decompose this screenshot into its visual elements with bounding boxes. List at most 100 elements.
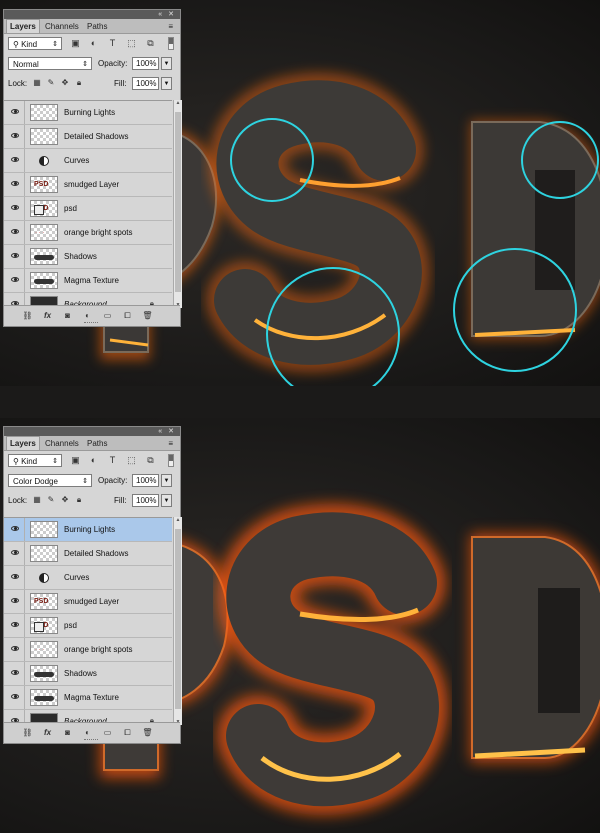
tab-layers[interactable]: Layers [6,19,40,33]
scroll-up-icon[interactable]: ▲ [174,100,182,106]
shape-filter-icon[interactable]: ⬚ [126,38,137,49]
lock-position-icon[interactable]: ✥ [60,78,70,88]
blend-mode-select[interactable]: Color Dodge ⇕ [8,474,92,487]
layer-row[interactable]: Burning Lights [4,518,172,542]
fill-dropdown[interactable]: ▼ [161,77,172,90]
link-layers-icon[interactable]: ⛓ [22,310,33,321]
visibility-eye-icon[interactable] [6,269,25,292]
visibility-eye-icon[interactable] [6,197,25,220]
panel-title-bar[interactable]: « ✕ [4,427,180,436]
layer-row[interactable]: PSD smudged Layer [4,590,172,614]
layer-row[interactable]: Shadows [4,662,172,686]
visibility-eye-icon[interactable] [6,566,25,589]
link-layers-icon[interactable]: ⛓ [22,727,33,738]
layer-row[interactable]: Curves [4,566,172,590]
type-filter-icon[interactable]: T [107,455,118,466]
resize-grip[interactable] [84,739,98,742]
layer-row[interactable]: Curves [4,149,172,173]
shape-filter-icon[interactable]: ⬚ [126,455,137,466]
tab-paths[interactable]: Paths [84,20,110,33]
visibility-eye-icon[interactable] [6,221,25,244]
filter-toggle[interactable] [168,454,174,467]
panel-menu-icon[interactable]: ≡ [165,437,176,450]
lock-all-icon[interactable]: 🔒︎ [74,495,84,505]
visibility-eye-icon[interactable] [6,245,25,268]
lock-transparent-icon[interactable]: ▦ [32,78,42,88]
new-layer-icon[interactable]: ⧠ [122,310,133,321]
layer-row[interactable]: PSD psd [4,614,172,638]
new-group-icon[interactable]: ▭ [102,310,113,321]
layer-list-scrollbar[interactable]: ▲ ▼ [173,517,182,725]
visibility-eye-icon[interactable] [6,638,25,661]
smart-object-filter-icon[interactable]: ⧉ [145,455,156,466]
lock-all-icon[interactable]: 🔒︎ [74,78,84,88]
scrollbar-thumb[interactable] [175,529,181,709]
new-layer-icon[interactable]: ⧠ [122,727,133,738]
visibility-eye-icon[interactable] [6,662,25,685]
panel-title-bar[interactable]: « ✕ [4,10,180,19]
visibility-eye-icon[interactable] [6,686,25,709]
opacity-dropdown[interactable]: ▼ [161,57,172,70]
new-adjustment-icon[interactable]: ◐ [82,727,93,738]
layer-row[interactable]: PSD psd [4,197,172,221]
layer-row[interactable]: Magma Texture [4,269,172,293]
filter-toggle[interactable] [168,37,174,50]
layer-row[interactable]: Shadows [4,245,172,269]
opacity-input[interactable]: 100% [132,474,159,487]
filter-kind-select[interactable]: ⚲ Kind ⇕ [8,37,62,50]
layer-row[interactable]: PSD smudged Layer [4,173,172,197]
visibility-eye-icon[interactable] [6,590,25,613]
lock-transparent-icon[interactable]: ▦ [32,495,42,505]
lock-position-icon[interactable]: ✥ [60,495,70,505]
visibility-eye-icon[interactable] [6,542,25,565]
layer-list-scrollbar[interactable]: ▲ ▼ [173,100,182,308]
tab-channels[interactable]: Channels [42,20,82,33]
tab-channels[interactable]: Channels [42,437,82,450]
thumbnail-shape [34,279,54,284]
visibility-eye-icon[interactable] [6,101,25,124]
tab-layers[interactable]: Layers [6,436,40,450]
resize-grip[interactable] [84,322,98,325]
visibility-eye-icon[interactable] [6,173,25,196]
new-group-icon[interactable]: ▭ [102,727,113,738]
add-mask-icon[interactable]: ◙ [62,727,73,738]
collapse-icon[interactable]: « ✕ [158,10,176,19]
layer-row[interactable]: Magma Texture [4,686,172,710]
layer-row[interactable]: Burning Lights [4,101,172,125]
fill-input[interactable]: 100% [132,494,159,507]
fill-input[interactable]: 100% [132,77,159,90]
fx-icon[interactable]: fx [42,727,53,738]
adjustment-filter-icon[interactable]: ◐ [88,455,99,466]
scroll-up-icon[interactable]: ▲ [174,517,182,523]
opacity-input[interactable]: 100% [132,57,159,70]
fx-icon[interactable]: fx [42,310,53,321]
new-adjustment-icon[interactable]: ◐ [82,310,93,321]
layer-row[interactable]: · · · orange bright spots [4,221,172,245]
layer-row[interactable]: Detailed Shadows [4,125,172,149]
adjustment-filter-icon[interactable]: ◐ [88,38,99,49]
trash-icon[interactable]: 🗑︎ [142,310,153,321]
smart-object-filter-icon[interactable]: ⧉ [145,38,156,49]
pixel-filter-icon[interactable]: ▣ [70,38,81,49]
collapse-icon[interactable]: « ✕ [158,427,176,436]
type-filter-icon[interactable]: T [107,38,118,49]
layer-row[interactable]: · · · orange bright spots [4,638,172,662]
add-mask-icon[interactable]: ◙ [62,310,73,321]
filter-kind-select[interactable]: ⚲ Kind ⇕ [8,454,62,467]
visibility-eye-icon[interactable] [6,614,25,637]
opacity-dropdown[interactable]: ▼ [161,474,172,487]
blend-mode-select[interactable]: Normal ⇕ [8,57,92,70]
visibility-eye-icon[interactable] [6,149,25,172]
layer-thumbnail: · · · [30,641,58,658]
panel-menu-icon[interactable]: ≡ [165,20,176,33]
scrollbar-thumb[interactable] [175,112,181,292]
lock-image-icon[interactable]: ✎ [46,78,56,88]
pixel-filter-icon[interactable]: ▣ [70,455,81,466]
lock-image-icon[interactable]: ✎ [46,495,56,505]
layer-row[interactable]: Detailed Shadows [4,542,172,566]
fill-dropdown[interactable]: ▼ [161,494,172,507]
trash-icon[interactable]: 🗑︎ [142,727,153,738]
visibility-eye-icon[interactable] [6,125,25,148]
visibility-eye-icon[interactable] [6,518,25,541]
tab-paths[interactable]: Paths [84,437,110,450]
